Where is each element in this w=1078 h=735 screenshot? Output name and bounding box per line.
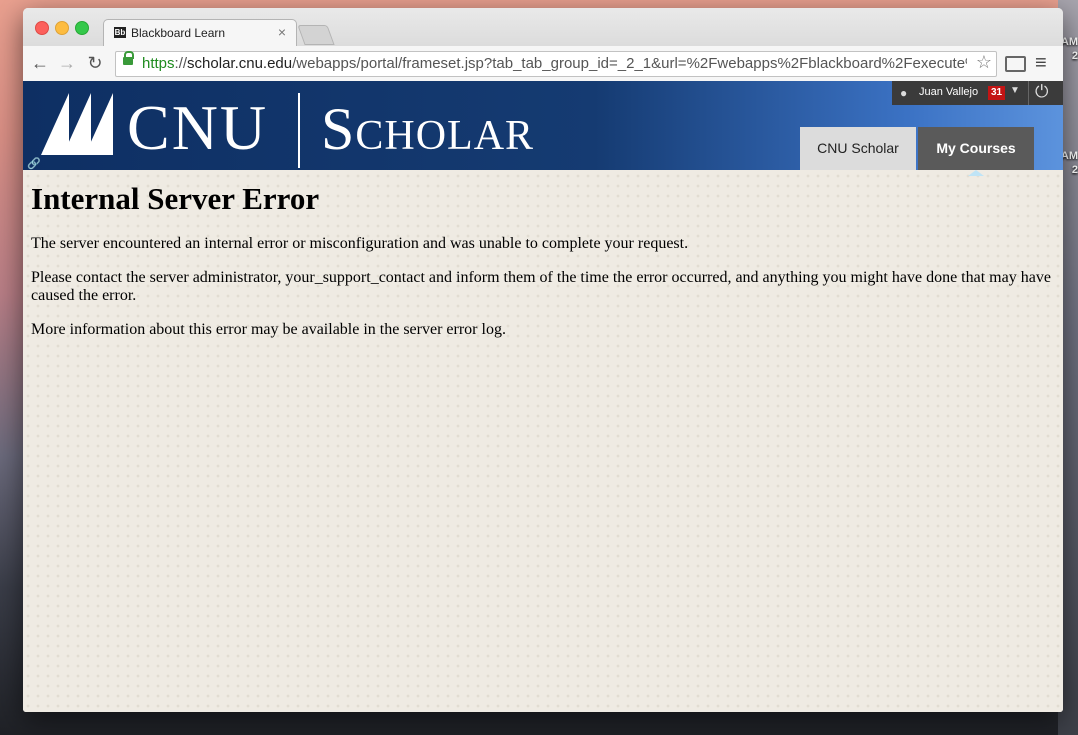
tab-cnu-scholar[interactable]: CNU Scholar	[800, 127, 916, 170]
logo-divider	[298, 93, 300, 168]
star-icon[interactable]: ☆	[976, 52, 992, 73]
reload-icon[interactable]: ↻	[84, 52, 106, 74]
user-name[interactable]: Juan Vallejo	[919, 86, 978, 98]
desktop-label: AM	[1060, 150, 1078, 162]
user-icon: ●	[900, 86, 908, 100]
desktop-label: 2	[1071, 50, 1078, 62]
page-content: CNU Scholar 🔗 ● Juan Vallejo 31 ▼ ⏻ CNU …	[23, 81, 1063, 712]
back-arrow-icon[interactable]: ←	[29, 52, 51, 74]
browser-tab[interactable]: Bb Blackboard Learn ×	[103, 19, 297, 47]
cast-icon[interactable]	[1005, 56, 1026, 72]
error-paragraph: Please contact the server administrator,…	[31, 269, 1051, 304]
link-icon[interactable]: 🔗	[27, 157, 41, 170]
error-paragraph: The server encountered an internal error…	[31, 235, 689, 252]
power-icon[interactable]: ⏻	[1035, 82, 1048, 102]
tab-label: My Courses	[936, 140, 1016, 156]
browser-window: Bb Blackboard Learn × ← → ↻ https://scho…	[23, 8, 1063, 712]
notification-badge[interactable]: 31	[988, 86, 1005, 100]
chevron-down-icon[interactable]: ▼	[1010, 85, 1020, 96]
divider	[1028, 81, 1029, 105]
zoom-window-button[interactable]	[75, 21, 89, 35]
error-paragraph: More information about this error may be…	[31, 321, 506, 338]
blackboard-favicon-icon: Bb	[114, 27, 126, 38]
lock-icon	[123, 51, 134, 65]
error-message: Internal Server Error The server encount…	[31, 173, 1056, 355]
browser-toolbar: ← → ↻ https://scholar.cnu.edu/webapps/po…	[23, 46, 1063, 82]
tab-my-courses[interactable]: My Courses	[918, 127, 1034, 176]
title-bar: Bb Blackboard Learn ×	[23, 8, 1063, 47]
close-window-button[interactable]	[35, 21, 49, 35]
logo-scholar[interactable]: Scholar	[321, 95, 534, 164]
user-bar: ● Juan Vallejo 31 ▼ ⏻	[892, 81, 1063, 105]
close-tab-icon[interactable]: ×	[278, 24, 286, 40]
page-title: Internal Server Error	[31, 181, 320, 216]
cnu-logo-mark-icon	[41, 93, 113, 155]
tab-title: Blackboard Learn	[131, 26, 226, 40]
site-header: CNU Scholar 🔗 ● Juan Vallejo 31 ▼ ⏻ CNU …	[23, 81, 1063, 176]
menu-icon[interactable]: ≡	[1035, 52, 1047, 75]
desktop-label: AM	[1060, 36, 1078, 48]
logo-cnu[interactable]: CNU	[127, 91, 268, 165]
desktop-label: 2	[1071, 164, 1078, 176]
url-text: https://scholar.cnu.edu/webapps/portal/f…	[142, 55, 967, 72]
forward-arrow-icon[interactable]: →	[56, 52, 78, 74]
minimize-window-button[interactable]	[55, 21, 69, 35]
address-bar[interactable]: https://scholar.cnu.edu/webapps/portal/f…	[115, 51, 997, 77]
new-tab-button[interactable]	[297, 25, 335, 45]
